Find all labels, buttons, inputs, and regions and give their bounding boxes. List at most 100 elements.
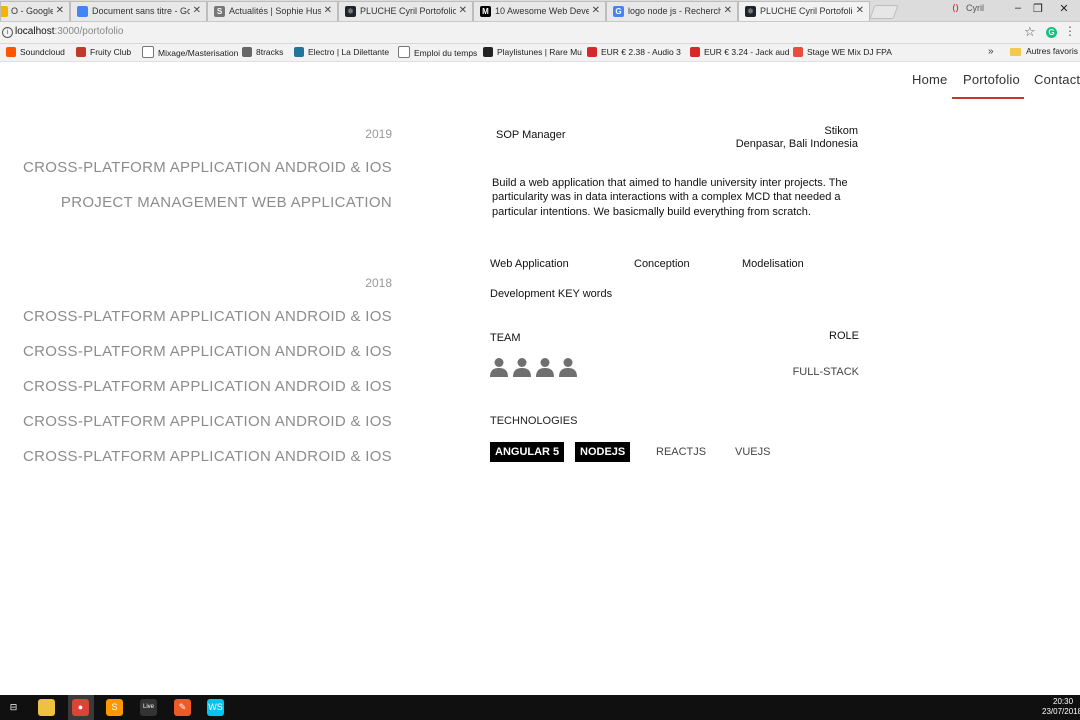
task-view-icon[interactable]: ⊟ bbox=[5, 699, 22, 716]
s-site-icon: S bbox=[214, 6, 225, 17]
file-explorer-icon[interactable] bbox=[38, 699, 55, 716]
year-label: 2018 bbox=[365, 276, 392, 290]
tab-title: PLUCHE Cyril Portofolio bbox=[760, 6, 853, 16]
bookmark-item[interactable]: Electro | La Dilettante bbox=[294, 46, 389, 58]
clock-time[interactable]: 20:30 bbox=[1053, 697, 1073, 706]
team-member-avatar-icon[interactable] bbox=[512, 357, 532, 377]
project-link[interactable]: CROSS-PLATFORM APPLICATION ANDROID & IOS bbox=[23, 343, 392, 360]
chrome-icon[interactable]: ● bbox=[72, 699, 89, 716]
react-icon: ⚛ bbox=[345, 6, 356, 17]
nav-contact-link[interactable]: Contact bbox=[1034, 72, 1080, 87]
bookmark-label: Soundcloud bbox=[20, 47, 65, 57]
close-tab-icon[interactable]: ✕ bbox=[324, 2, 332, 20]
playlistunes-icon bbox=[483, 47, 493, 57]
flag-icon bbox=[587, 47, 597, 57]
nav-home-link[interactable]: Home bbox=[912, 72, 947, 87]
browser-tab[interactable]: Glogo node js - Recherche ✕ bbox=[606, 1, 738, 21]
project-link[interactable]: CROSS-PLATFORM APPLICATION ANDROID & IOS bbox=[23, 159, 392, 176]
fpa-icon bbox=[793, 47, 803, 57]
project-link[interactable]: PROJECT MANAGEMENT WEB APPLICATION bbox=[61, 194, 392, 211]
postman-icon[interactable]: ✎ bbox=[174, 699, 191, 716]
new-tab-button[interactable] bbox=[869, 5, 899, 19]
tab-title: O - Google D bbox=[11, 6, 53, 16]
browser-tab[interactable]: M 10 Awesome Web Devel ✕ bbox=[473, 1, 606, 21]
close-tab-icon[interactable]: ✕ bbox=[856, 2, 864, 20]
project-link[interactable]: CROSS-PLATFORM APPLICATION ANDROID & IOS bbox=[23, 448, 392, 465]
bookmark-item[interactable]: Playlistunes | Rare Mu bbox=[483, 46, 582, 58]
other-bookmarks-button[interactable]: Autres favoris bbox=[1026, 46, 1078, 56]
year-label: 2019 bbox=[365, 127, 392, 141]
bookmark-item[interactable]: 8tracks bbox=[242, 46, 283, 58]
google-docs-icon bbox=[77, 6, 88, 17]
tab-title: PLUCHE Cyril Portofolio bbox=[360, 6, 456, 16]
bookmark-label: EUR € 3.24 - Jack aud bbox=[704, 47, 790, 57]
fruity-club-icon bbox=[76, 47, 86, 57]
browser-tab[interactable]: S Actualités | Sophie Hust ✕ bbox=[207, 1, 338, 21]
team-member-avatar-icon[interactable] bbox=[489, 357, 509, 377]
nav-portfolio-link[interactable]: Portofolio bbox=[963, 72, 1020, 87]
sublime-text-icon[interactable]: S bbox=[106, 699, 123, 716]
project-role-title: SOP Manager bbox=[496, 129, 566, 141]
close-tab-icon[interactable]: ✕ bbox=[193, 2, 201, 20]
role-label: ROLE bbox=[829, 330, 859, 342]
active-nav-underline bbox=[952, 97, 1024, 99]
bookmarks-overflow-button[interactable]: » bbox=[988, 46, 994, 57]
restore-icon[interactable]: ❐ bbox=[1030, 2, 1046, 15]
url-field[interactable]: localhost:3000/portofolio bbox=[15, 26, 123, 37]
role-value: FULL-STACK bbox=[792, 366, 859, 378]
minimize-icon[interactable]: – bbox=[1010, 2, 1026, 14]
bookmark-item[interactable]: Mixage/Masterisation bbox=[142, 46, 238, 59]
ableton-live-icon[interactable]: Live bbox=[140, 699, 157, 716]
close-tab-icon[interactable]: ✕ bbox=[459, 2, 467, 20]
team-member-avatar-icon[interactable] bbox=[558, 357, 578, 377]
url-host: localhost bbox=[15, 26, 55, 37]
close-tab-icon[interactable]: ✕ bbox=[592, 2, 600, 20]
url-path: :3000/portofolio bbox=[54, 26, 124, 37]
google-icon: G bbox=[613, 6, 624, 17]
8tracks-icon bbox=[242, 47, 252, 57]
bookmark-label: 8tracks bbox=[256, 47, 284, 57]
bookmark-label: EUR € 2.38 - Audio 3 bbox=[601, 47, 681, 57]
project-link[interactable]: CROSS-PLATFORM APPLICATION ANDROID & IOS bbox=[23, 308, 392, 325]
bookmark-item[interactable]: Fruity Club bbox=[76, 46, 131, 58]
tech-tag-angular: ANGULAR 5 bbox=[490, 442, 565, 462]
profile-icon[interactable]: ⟨⟩ bbox=[952, 3, 959, 14]
browser-tab[interactable]: ⚛ PLUCHE Cyril Portofolio ✕ bbox=[738, 1, 870, 21]
browser-menu-icon[interactable]: ⋮ bbox=[1064, 24, 1076, 38]
bookmark-label: Electro | La Dilettante bbox=[308, 47, 390, 57]
browser-tab-strip: O - Google D✕Document sans titre - Go✕SA… bbox=[0, 0, 1080, 22]
tab-title: Actualités | Sophie Hust bbox=[229, 6, 321, 16]
bookmark-star-icon[interactable]: ☆ bbox=[1024, 24, 1036, 40]
bookmark-label: Fruity Club bbox=[90, 47, 132, 57]
bookmark-item[interactable]: Soundcloud bbox=[6, 46, 65, 58]
close-tab-icon[interactable]: ✕ bbox=[56, 2, 64, 20]
project-link[interactable]: CROSS-PLATFORM APPLICATION ANDROID & IOS bbox=[23, 413, 392, 430]
tech-tag-nodejs: NODEJS bbox=[575, 442, 631, 462]
flag-icon bbox=[690, 47, 700, 57]
bookmark-item[interactable]: Stage WE Mix DJ FPA bbox=[793, 46, 892, 58]
project-link[interactable]: CROSS-PLATFORM APPLICATION ANDROID & IOS bbox=[23, 378, 392, 395]
bookmark-item[interactable]: EUR € 3.24 - Jack aud bbox=[690, 46, 790, 58]
close-tab-icon[interactable]: ✕ bbox=[724, 2, 732, 20]
team-member-avatar-icon[interactable] bbox=[535, 357, 555, 377]
address-bar: i localhost:3000/portofolio ☆ G ⋮ bbox=[0, 22, 1080, 44]
bookmark-label: Stage WE Mix DJ FPA bbox=[807, 47, 892, 57]
team-label: TEAM bbox=[490, 332, 521, 344]
bookmark-item[interactable]: Emploi du temps bbox=[398, 46, 477, 59]
browser-tab[interactable]: O - Google D✕ bbox=[0, 1, 70, 21]
browser-tab[interactable]: ⚛ PLUCHE Cyril Portofolio ✕ bbox=[338, 1, 473, 21]
page-icon bbox=[398, 46, 410, 58]
browser-tab[interactable]: Document sans titre - Go ✕ bbox=[70, 1, 207, 21]
tab-title: Document sans titre - Go bbox=[92, 6, 190, 16]
windows-taskbar: ⊟ ● S Live ✎ WS 20:30 23/07/2018 bbox=[0, 695, 1080, 720]
clock-date[interactable]: 23/07/2018 bbox=[1042, 707, 1080, 716]
site-info-icon[interactable]: i bbox=[2, 27, 13, 38]
close-window-icon[interactable]: ✕ bbox=[1056, 2, 1072, 15]
bookmark-item[interactable]: EUR € 2.38 - Audio 3 bbox=[587, 46, 681, 58]
soundcloud-icon bbox=[6, 47, 16, 57]
bookmark-label: Mixage/Masterisation bbox=[158, 48, 239, 58]
grammarly-extension-icon[interactable]: G bbox=[1046, 27, 1057, 38]
profile-name[interactable]: Cyril bbox=[966, 3, 984, 13]
keyword-tag: Web Application bbox=[490, 258, 569, 270]
webstorm-icon[interactable]: WS bbox=[207, 699, 224, 716]
